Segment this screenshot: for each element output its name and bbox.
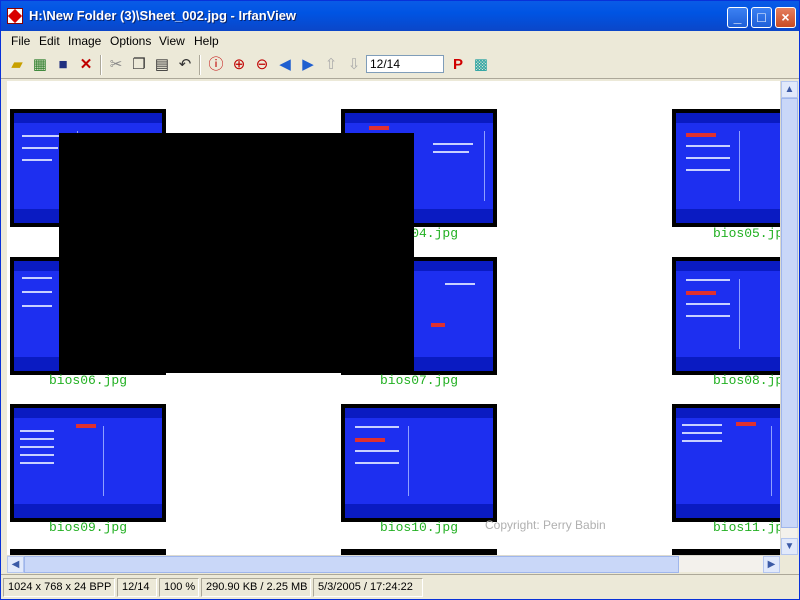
menu-options[interactable]: Options — [110, 34, 151, 48]
paste-icon[interactable]: ▤ — [152, 55, 172, 75]
irfanview-app-icon[interactable] — [7, 8, 23, 24]
undo-icon[interactable]: ↶ — [175, 55, 195, 75]
maximize-button[interactable]: □ — [751, 7, 772, 28]
first-page-icon[interactable]: ⇧ — [321, 55, 341, 75]
info-icon[interactable]: ⓘ — [206, 55, 226, 75]
thumbnail-label: bios09.jpg — [48, 520, 127, 535]
image-effects-icon[interactable]: ▩ — [471, 55, 491, 75]
irfanview-window: H:\New Folder (3)\Sheet_002.jpg - IrfanV… — [0, 0, 800, 600]
scroll-right-icon[interactable]: ▶ — [763, 556, 780, 573]
horizontal-scroll-thumb[interactable] — [24, 556, 679, 573]
black-occlusion-area — [59, 133, 414, 373]
scroll-up-icon[interactable]: ▲ — [781, 81, 798, 98]
status-datetime: 5/3/2005 / 17:24:22 — [313, 578, 423, 597]
vertical-scroll-thumb[interactable] — [781, 98, 798, 528]
status-zoom: 100 % — [159, 578, 199, 597]
thumbnail-label: bios11.jpg — [712, 520, 780, 535]
menu-view[interactable]: View — [159, 34, 185, 48]
slideshow-icon[interactable]: ▦ — [30, 55, 50, 75]
thumbnail-bios10[interactable] — [341, 404, 497, 522]
horizontal-scrollbar[interactable]: ◀ ▶ — [7, 555, 780, 573]
menu-help[interactable]: Help — [194, 34, 219, 48]
bios-screen — [14, 408, 162, 518]
print-p-icon[interactable]: P — [448, 55, 468, 75]
menu-edit[interactable]: Edit — [39, 34, 60, 48]
next-arrow-icon[interactable]: ▶ — [298, 55, 318, 75]
thumbnail-bios11[interactable] — [672, 404, 780, 522]
image-viewport[interactable]: bios04.jpg bios05.jpg bios06.jpg — [7, 81, 780, 555]
status-file-size: 290.90 KB / 2.25 MB — [201, 578, 311, 597]
copy-icon[interactable]: ❐ — [129, 55, 149, 75]
cut-icon[interactable]: ✂ — [106, 55, 126, 75]
copyright-watermark: Copyright: Perry Babin — [485, 518, 606, 532]
bios-screen — [676, 261, 780, 371]
close-button[interactable]: × — [775, 7, 796, 28]
thumbnail-label: bios05.jpg — [712, 226, 780, 241]
status-dimensions: 1024 x 768 x 24 BPP — [3, 578, 115, 597]
thumbnail-label: bios10.jpg — [379, 520, 458, 535]
menu-file[interactable]: File — [11, 34, 30, 48]
page-number-field[interactable]: 12/14 — [366, 55, 444, 73]
open-folder-icon[interactable]: ▰ — [7, 55, 27, 75]
status-index: 12/14 — [117, 578, 157, 597]
minimize-button[interactable]: _ — [727, 7, 748, 28]
previous-arrow-icon[interactable]: ◀ — [275, 55, 295, 75]
bios-screen — [676, 408, 780, 518]
thumbnail-label: bios07.jpg — [379, 373, 458, 388]
menu-bar: File Edit Image Options View Help — [1, 31, 799, 51]
toolbar-separator — [100, 55, 102, 75]
status-bar: 1024 x 768 x 24 BPP 12/14 100 % 290.90 K… — [1, 574, 799, 599]
thumbnail-bios09[interactable] — [10, 404, 166, 522]
bios-screen — [345, 408, 493, 518]
last-page-icon[interactable]: ⇩ — [344, 55, 364, 75]
zoom-out-icon[interactable]: ⊖ — [252, 55, 272, 75]
toolbar-separator — [199, 55, 201, 75]
bios-screen — [676, 113, 780, 223]
thumbnail-bios05[interactable] — [672, 109, 780, 227]
scroll-left-icon[interactable]: ◀ — [7, 556, 24, 573]
vertical-scrollbar[interactable]: ▲ ▼ — [780, 81, 798, 555]
thumbnail-label: bios06.jpg — [48, 373, 127, 388]
title-bar[interactable]: H:\New Folder (3)\Sheet_002.jpg - IrfanV… — [1, 1, 799, 31]
thumbnail-label: bios08.jpg — [712, 373, 780, 388]
zoom-in-icon[interactable]: ⊕ — [229, 55, 249, 75]
window-title: H:\New Folder (3)\Sheet_002.jpg - IrfanV… — [29, 8, 297, 23]
thumbnail-bios08[interactable] — [672, 257, 780, 375]
save-icon[interactable]: ■ — [53, 55, 73, 75]
menu-image[interactable]: Image — [68, 34, 101, 48]
scroll-down-icon[interactable]: ▼ — [781, 538, 798, 555]
delete-icon[interactable]: ✕ — [76, 55, 96, 75]
